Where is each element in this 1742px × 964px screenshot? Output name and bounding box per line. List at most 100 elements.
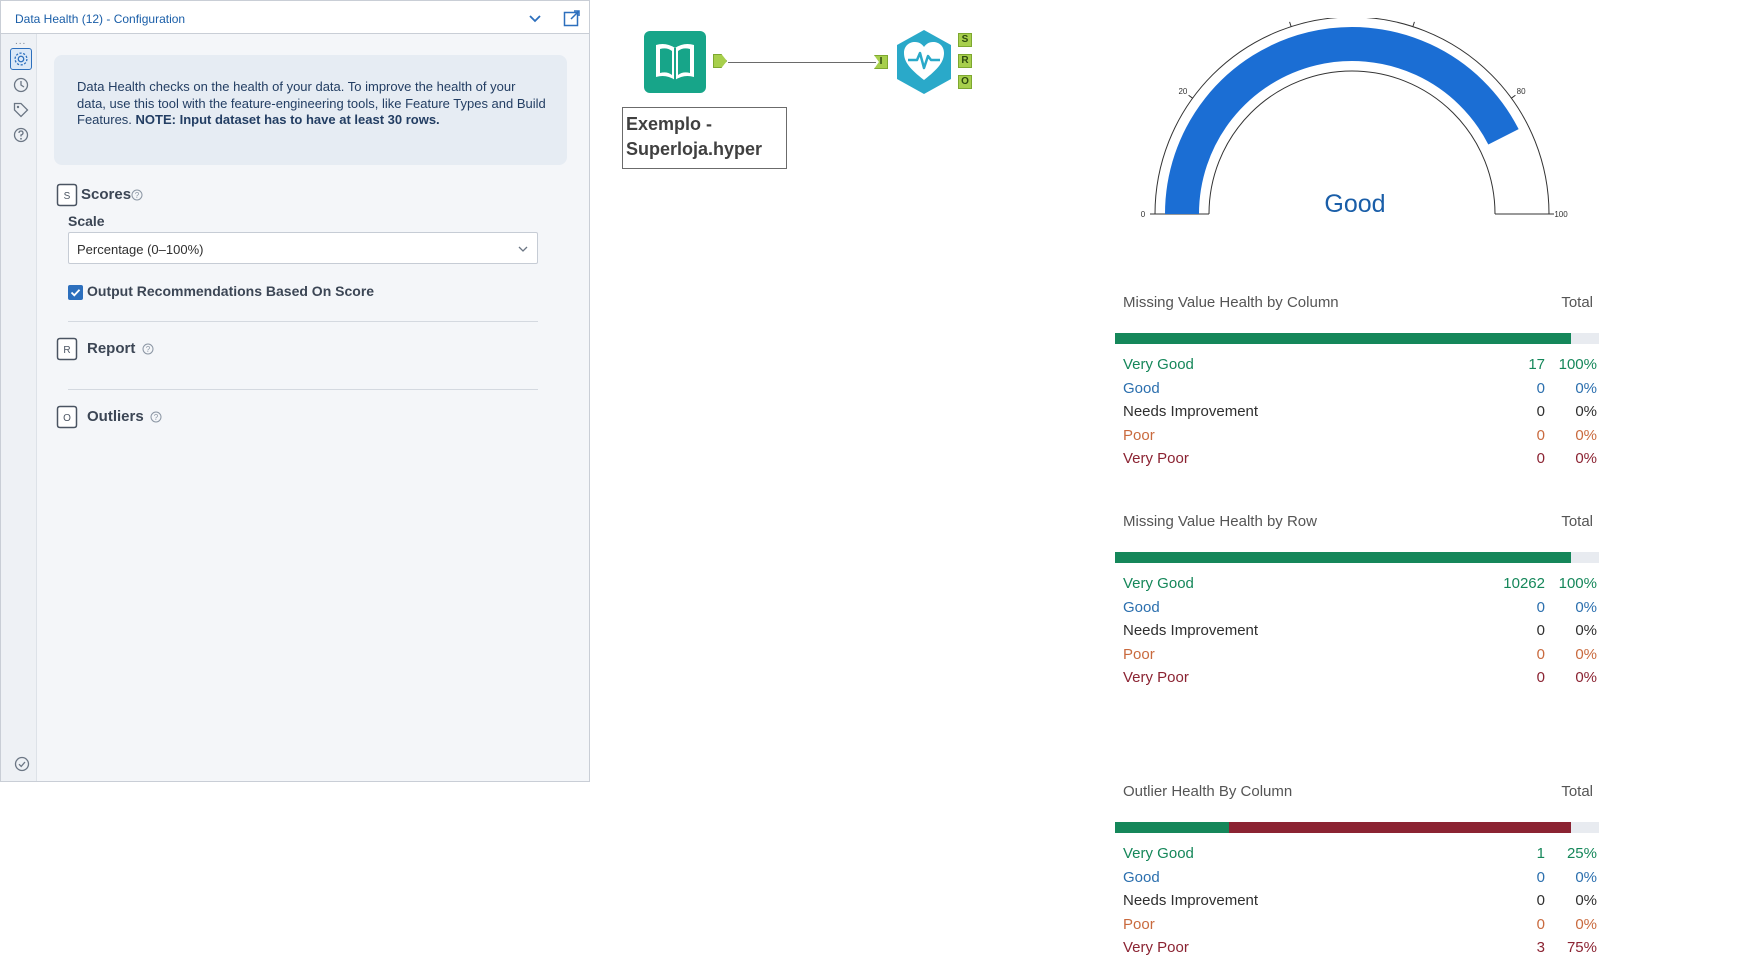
health-row-percent: 0% <box>1575 669 1597 686</box>
health-row-label: Good <box>1123 868 1160 886</box>
health-row-percent: 75% <box>1566 939 1597 956</box>
health-row-label: Needs Improvement <box>1123 622 1259 639</box>
health-row-label: Very Poor <box>1123 450 1189 467</box>
chevron-down-icon[interactable] <box>527 10 543 26</box>
health-row-poor: Poor 0 0% <box>1123 427 1597 449</box>
health-distribution-bar <box>1115 333 1599 344</box>
side-rail: ... <box>1 34 37 781</box>
gauge-tick-label: 40 <box>1283 18 1292 20</box>
health-row-count: 10262 <box>1503 575 1545 592</box>
health-row-percent: 0% <box>1575 450 1597 467</box>
health-row-percent: 0% <box>1575 426 1597 444</box>
health-row-label: Very Good <box>1123 575 1194 592</box>
output-anchor-r-label: R <box>961 55 969 66</box>
scores-help-icon[interactable]: ? <box>131 189 143 201</box>
health-distribution-bar <box>1115 552 1599 563</box>
gauge-tick-label: 80 <box>1517 87 1526 96</box>
health-bar-segment-very-good <box>1115 333 1571 344</box>
configuration-panel: Data Health (12) - Configuration ... Dat… <box>0 0 590 782</box>
output-anchor-r[interactable]: R <box>958 54 972 68</box>
health-row-very-good: Very Good 17 100% <box>1123 356 1597 378</box>
checkmark-icon <box>70 289 81 297</box>
health-row-percent: 0% <box>1575 645 1597 663</box>
health-row-percent: 0% <box>1575 868 1597 886</box>
output-anchor-s-label: S <box>961 34 969 45</box>
health-row-percent: 0% <box>1575 892 1597 909</box>
rail-dots: ... <box>15 36 27 47</box>
connection-line <box>728 62 876 63</box>
book-icon <box>656 44 694 80</box>
report-help-icon[interactable]: ? <box>142 343 154 355</box>
divider <box>68 389 538 390</box>
health-row-label: Good <box>1123 379 1160 397</box>
data-health-tool[interactable] <box>890 28 958 96</box>
health-row-label: Very Good <box>1123 356 1194 373</box>
output-anchor-o[interactable]: O <box>958 75 972 89</box>
health-row-poor: Poor 0 0% <box>1123 916 1597 938</box>
health-row-very-poor: Very Poor 0 0% <box>1123 450 1597 472</box>
gear-icon[interactable] <box>10 48 32 70</box>
panel-content: Data Health checks on the health of your… <box>37 34 589 781</box>
health-row-needs-improvement: Needs Improvement 0 0% <box>1123 892 1597 914</box>
popout-icon[interactable] <box>562 8 582 28</box>
scores-section-icon[interactable]: S <box>56 183 78 207</box>
report-section-letter: R <box>63 345 70 356</box>
tag-icon[interactable] <box>12 101 30 119</box>
health-row-count: 0 <box>1536 645 1545 663</box>
health-row-count: 0 <box>1536 669 1545 686</box>
outliers-section-icon[interactable]: O <box>56 405 78 429</box>
health-row-label: Poor <box>1123 645 1155 663</box>
health-bar-segment-very-good <box>1115 822 1229 833</box>
gauge-tick-label: 100 <box>1554 210 1568 219</box>
panel-title: Data Health (12) - Configuration <box>15 12 186 26</box>
health-row-percent: 25% <box>1566 845 1597 862</box>
output-anchor-o-label: O <box>961 76 969 87</box>
health-row-very-poor: Very Poor 3 75% <box>1123 939 1597 961</box>
output-anchor-s[interactable]: S <box>958 33 972 47</box>
divider <box>68 321 538 322</box>
health-row-label: Very Poor <box>1123 939 1189 956</box>
input-anchor-i[interactable]: I <box>874 55 888 69</box>
health-row-label: Needs Improvement <box>1123 403 1259 420</box>
health-row-count: 0 <box>1536 622 1545 639</box>
report-section-icon[interactable]: R <box>56 337 78 361</box>
help-icon[interactable] <box>12 126 30 144</box>
health-row-label: Needs Improvement <box>1123 892 1259 909</box>
input-tool-annotation[interactable]: Exemplo - Superloja.hyper <box>622 107 787 169</box>
health-row-poor: Poor 0 0% <box>1123 646 1597 668</box>
svg-text:?: ? <box>146 345 151 354</box>
check-circle-icon <box>14 756 30 772</box>
health-row-percent: 0% <box>1575 915 1597 933</box>
input-anchor-label: I <box>879 56 883 67</box>
gauge-tick-mark <box>1412 21 1415 27</box>
health-table-title: Missing Value Health by Column <box>1123 294 1339 311</box>
output-recommendations-checkbox[interactable] <box>68 285 83 300</box>
scores-section-label[interactable]: Scores <box>81 186 131 203</box>
health-table-title: Missing Value Health by Row <box>1123 513 1317 530</box>
health-row-percent: 100% <box>1558 356 1597 373</box>
health-row-count: 0 <box>1536 450 1545 467</box>
svg-text:?: ? <box>135 191 140 200</box>
health-row-label: Very Good <box>1123 845 1194 862</box>
gauge-tick-mark <box>1188 94 1193 99</box>
input-data-tool[interactable] <box>644 31 706 93</box>
info-text: Data Health checks on the health of your… <box>77 79 547 129</box>
health-row-count: 0 <box>1536 892 1545 909</box>
scale-dropdown-value: Percentage (0–100%) <box>77 242 204 257</box>
health-row-label: Poor <box>1123 915 1155 933</box>
report-section-label[interactable]: Report <box>87 340 135 357</box>
output-anchor[interactable] <box>713 54 727 68</box>
health-row-percent: 0% <box>1575 379 1597 397</box>
gauge-tick-mark <box>1511 94 1516 99</box>
svg-text:?: ? <box>154 413 159 422</box>
gauge-value-arc <box>1165 27 1519 215</box>
outliers-section-label[interactable]: Outliers <box>87 408 144 425</box>
output-recommendations-label[interactable]: Output Recommendations Based On Score <box>87 283 374 299</box>
scale-dropdown[interactable]: Percentage (0–100%) <box>68 232 538 264</box>
history-icon[interactable] <box>12 76 30 94</box>
health-row-label: Very Poor <box>1123 669 1189 686</box>
health-row-count: 0 <box>1536 403 1545 420</box>
outliers-help-icon[interactable]: ? <box>150 411 162 423</box>
scale-label: Scale <box>68 213 105 229</box>
gauge-tick-mark <box>1289 21 1292 27</box>
